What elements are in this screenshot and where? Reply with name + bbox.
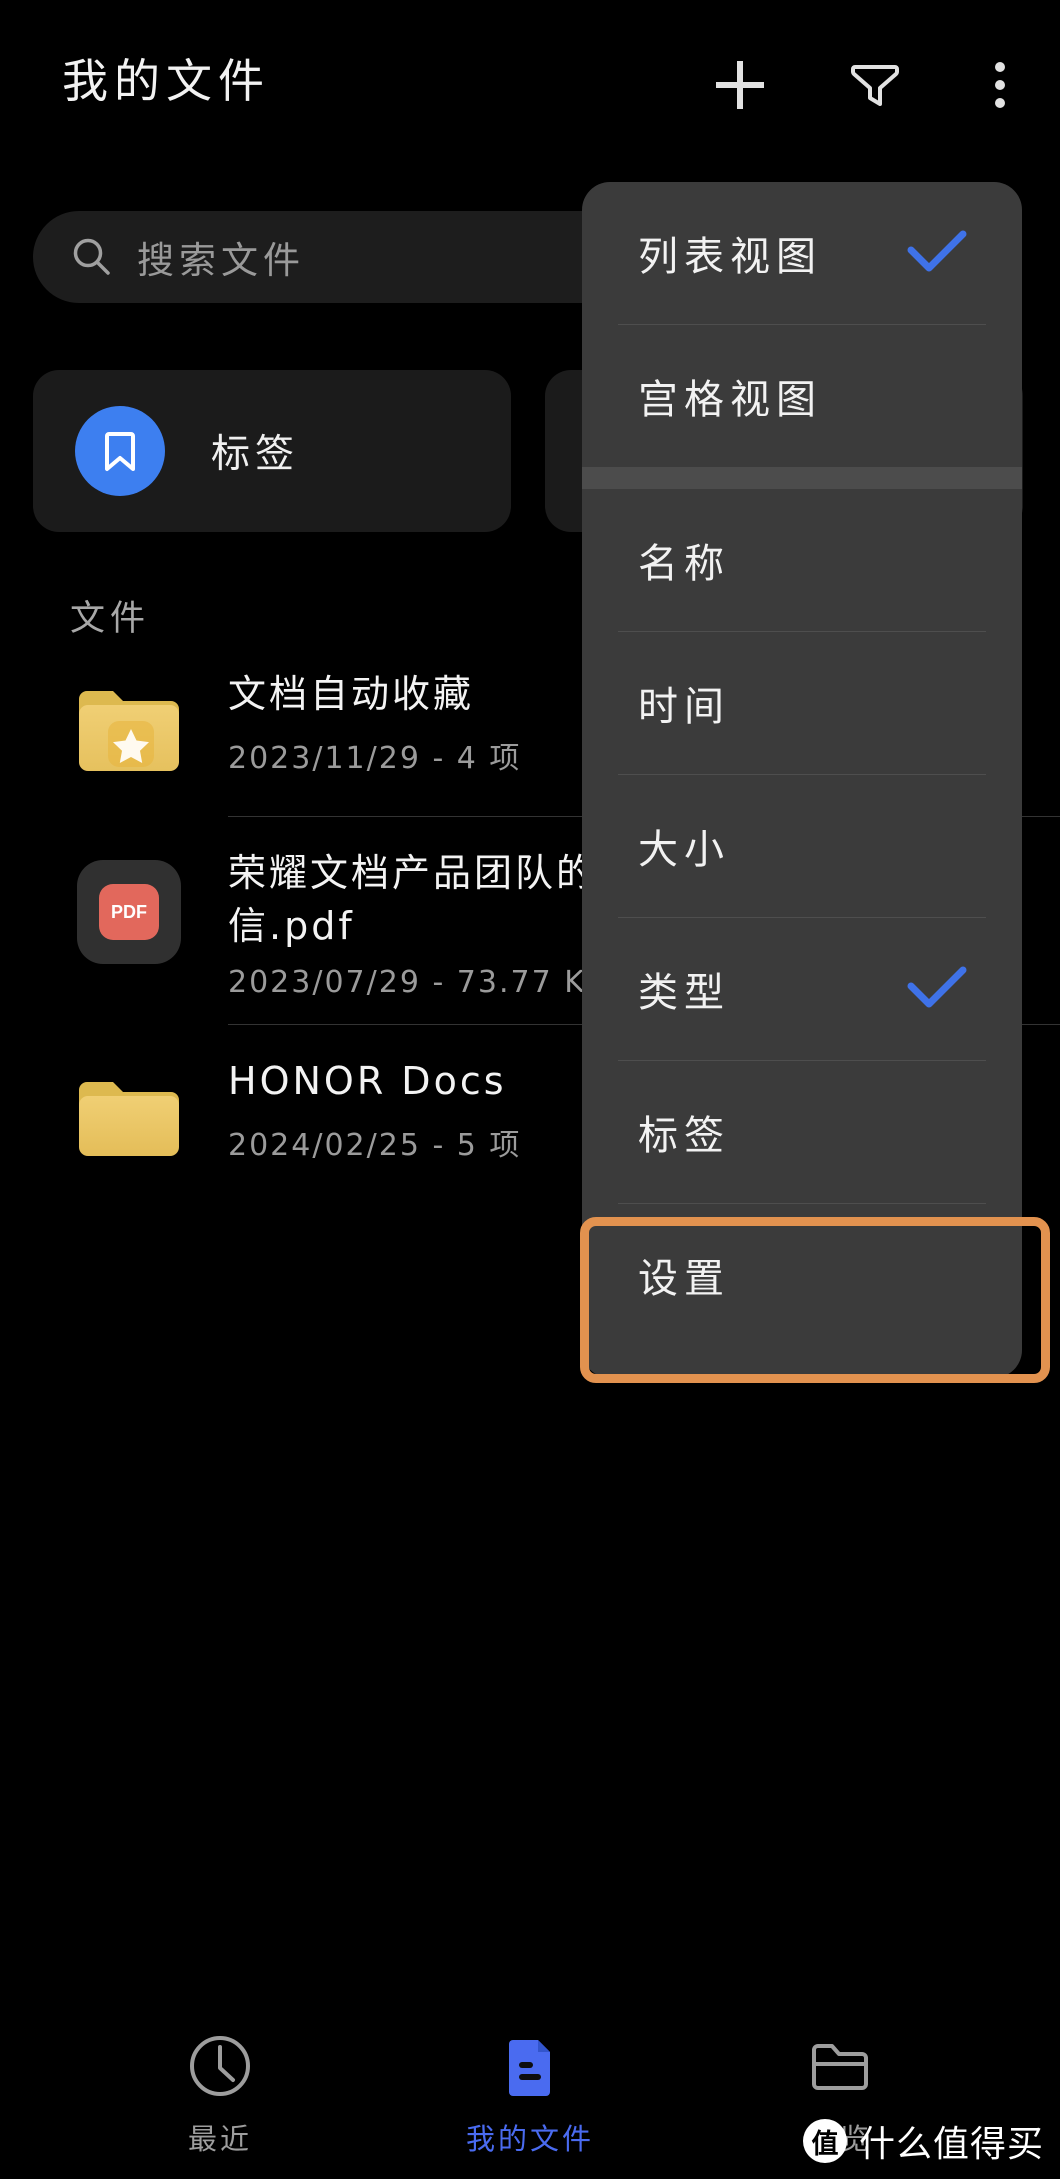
more-options-button[interactable] <box>960 45 1040 125</box>
pdf-icon: PDF <box>70 853 188 971</box>
menu-item-sort-type[interactable]: 类型 <box>582 918 1022 1060</box>
three-dots-icon <box>995 62 1005 108</box>
folder-outline-icon <box>806 2030 874 2102</box>
menu-item-label: 名称 <box>638 541 730 587</box>
shortcut-card-tag-label: 标签 <box>211 432 300 477</box>
menu-item-label: 标签 <box>638 1113 730 1159</box>
document-icon <box>496 2030 564 2102</box>
menu-item-sort-tag[interactable]: 标签 <box>582 1061 1022 1203</box>
header-actions <box>640 45 1060 125</box>
bookmark-icon <box>75 406 165 496</box>
menu-item-sort-size[interactable]: 大小 <box>582 775 1022 917</box>
watermark: 值 什么值得买 <box>802 2115 1044 2167</box>
file-meta: 2024/02/25 - 5 项 <box>228 1128 522 1163</box>
page-title: 我的文件 <box>62 54 270 108</box>
menu-item-settings[interactable]: 设置 <box>582 1204 1022 1346</box>
folder-icon <box>70 1061 188 1179</box>
menu-item-label: 类型 <box>638 970 730 1016</box>
app-header: 我的文件 <box>0 0 1060 170</box>
funnel-icon <box>851 65 899 106</box>
menu-item-label: 列表视图 <box>638 234 822 280</box>
watermark-text: 什么值得买 <box>858 2124 1044 2165</box>
menu-group-separator <box>582 467 1022 489</box>
add-button[interactable] <box>700 45 780 125</box>
file-name: HONOR Docs <box>228 1059 507 1103</box>
file-name: 文档自动收藏 <box>228 672 475 716</box>
options-dropdown-menu[interactable]: 列表视图 宫格视图 名称 时间 大小 类型 标签 设置 <box>582 182 1022 1378</box>
nav-item-label: 最近 <box>187 2122 252 2156</box>
nav-item-recent[interactable]: 最近 <box>120 2030 320 2170</box>
clock-icon <box>186 2030 254 2102</box>
shortcut-card-tag[interactable]: 标签 <box>33 370 511 532</box>
check-icon <box>906 228 968 278</box>
watermark-logo: 值 <box>802 2119 847 2163</box>
menu-item-grid-view[interactable]: 宫格视图 <box>582 325 1022 467</box>
nav-item-label: 我的文件 <box>465 2122 594 2156</box>
folder-star-icon <box>70 674 188 792</box>
menu-item-sort-time[interactable]: 时间 <box>582 632 1022 774</box>
svg-text:PDF: PDF <box>111 902 147 922</box>
menu-item-label: 设置 <box>638 1256 730 1302</box>
file-meta: 2023/11/29 - 4 项 <box>228 741 522 776</box>
nav-item-my-files[interactable]: 我的文件 <box>430 2030 630 2170</box>
menu-item-label: 时间 <box>638 684 730 730</box>
filter-button[interactable] <box>835 45 915 125</box>
search-input[interactable]: 搜索文件 <box>137 230 305 284</box>
files-section-label: 文件 <box>70 599 151 639</box>
menu-item-sort-name[interactable]: 名称 <box>582 489 1022 631</box>
check-icon <box>906 964 968 1014</box>
search-icon <box>73 238 110 275</box>
menu-item-label: 大小 <box>638 827 730 873</box>
menu-item-label: 宫格视图 <box>638 377 822 423</box>
menu-item-list-view[interactable]: 列表视图 <box>582 182 1022 324</box>
plus-icon <box>716 61 764 109</box>
